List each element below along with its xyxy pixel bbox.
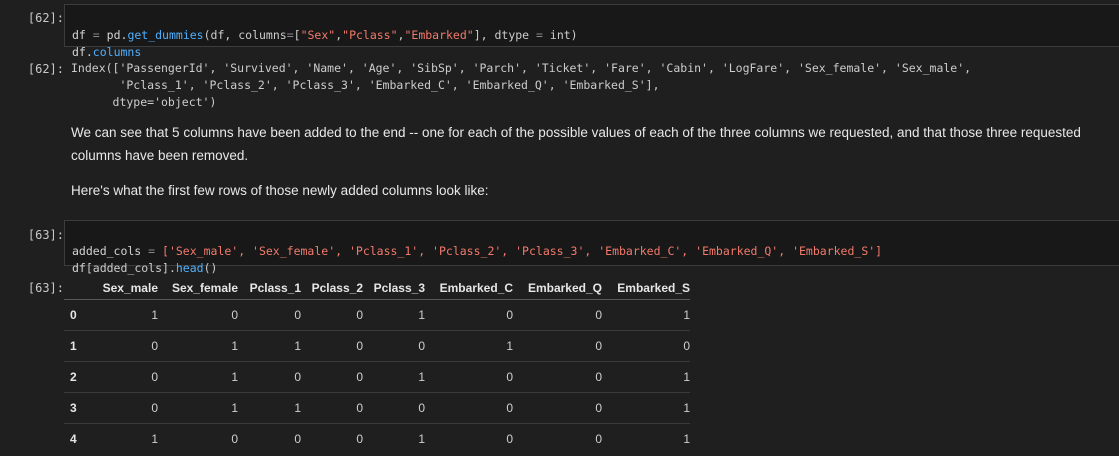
table-cell: 0	[86, 361, 158, 393]
table-cell: 1	[363, 299, 425, 331]
table-cell: 1	[158, 330, 238, 362]
column-header: Embarked_C	[425, 276, 513, 300]
code-line-2: df[added_cols].head()	[72, 261, 218, 275]
table-cell: 1	[86, 299, 158, 331]
table-cell: 1	[86, 423, 158, 454]
column-header: Embarked_S	[602, 276, 690, 300]
code-cell-63[interactable]: added_cols = ['Sex_male', 'Sex_female', …	[64, 220, 1119, 275]
table-cell: 0	[238, 299, 301, 331]
code-cell-62[interactable]: df = pd.get_dummies(df, columns=["Sex","…	[64, 4, 1119, 59]
cell-63-input-prompt: [63]:	[27, 228, 64, 242]
table-cell: 0	[86, 330, 158, 362]
row-index: 1	[64, 330, 86, 362]
table-cell: 1	[602, 299, 690, 331]
table-cell: 0	[425, 392, 513, 424]
column-header: Sex_male	[86, 276, 158, 300]
table-row: 301100001	[64, 392, 690, 424]
table-cell: 0	[301, 330, 363, 362]
table-row: 010001001	[64, 299, 690, 331]
table-cell: 0	[301, 361, 363, 393]
markdown-paragraph-2: Here's what the first few rows of those …	[71, 183, 489, 198]
dataframe-table: Sex_male Sex_female Pclass_1 Pclass_2 Pc…	[64, 276, 690, 454]
table-cell: 1	[602, 423, 690, 454]
table-cell: 0	[301, 299, 363, 331]
table-cell: 0	[158, 423, 238, 454]
table-cell: 0	[238, 361, 301, 393]
row-index: 4	[64, 423, 86, 454]
table-cell: 0	[363, 330, 425, 362]
table-header-row: Sex_male Sex_female Pclass_1 Pclass_2 Pc…	[64, 276, 690, 300]
table-cell: 0	[513, 423, 602, 454]
table-cell: 1	[158, 392, 238, 424]
table-cell: 0	[513, 299, 602, 331]
cell-62-output-prompt: [62]:	[27, 62, 64, 76]
code-line-2: df.columns	[72, 45, 142, 59]
table-cell: 1	[238, 392, 301, 424]
table-cell: 1	[158, 361, 238, 393]
markdown-paragraph-1: We can see that 5 columns have been adde…	[71, 125, 1081, 163]
cell-62-input-prompt: [62]:	[27, 11, 64, 25]
table-cell: 0	[158, 299, 238, 331]
table-cell: 0	[602, 330, 690, 362]
code-line-1: df = pd.get_dummies(df, columns=["Sex","…	[72, 28, 578, 42]
row-index: 3	[64, 392, 86, 424]
column-header: Pclass_2	[301, 276, 363, 300]
table-cell: 1	[602, 361, 690, 393]
table-cell: 0	[363, 392, 425, 424]
table-cell: 1	[238, 330, 301, 362]
column-header: Pclass_1	[238, 276, 301, 300]
table-cell: 0	[301, 423, 363, 454]
row-index: 0	[64, 299, 86, 331]
table-cell: 1	[425, 330, 513, 362]
table-cell: 0	[86, 392, 158, 424]
column-header: Sex_female	[158, 276, 238, 300]
table-cell: 0	[513, 392, 602, 424]
table-cell: 1	[363, 361, 425, 393]
index-header	[64, 276, 86, 300]
table-cell: 0	[425, 299, 513, 331]
table-cell: 0	[513, 330, 602, 362]
table-row: 201001001	[64, 361, 690, 393]
table-cell: 1	[363, 423, 425, 454]
table-cell: 0	[238, 423, 301, 454]
table-row: 101100100	[64, 330, 690, 362]
table-row: 410001001	[64, 423, 690, 454]
table-cell: 0	[425, 361, 513, 393]
column-header: Embarked_Q	[513, 276, 602, 300]
cell-63-output-prompt: [63]:	[27, 281, 64, 295]
code-line-1: added_cols = ['Sex_male', 'Sex_female', …	[72, 244, 883, 258]
row-index: 2	[64, 361, 86, 393]
column-header: Pclass_3	[363, 276, 425, 300]
table-cell: 1	[602, 392, 690, 424]
table-cell: 0	[513, 361, 602, 393]
table-cell: 0	[425, 423, 513, 454]
table-cell: 0	[301, 392, 363, 424]
output-62-index: Index(['PassengerId', 'Survived', 'Name'…	[71, 61, 972, 109]
